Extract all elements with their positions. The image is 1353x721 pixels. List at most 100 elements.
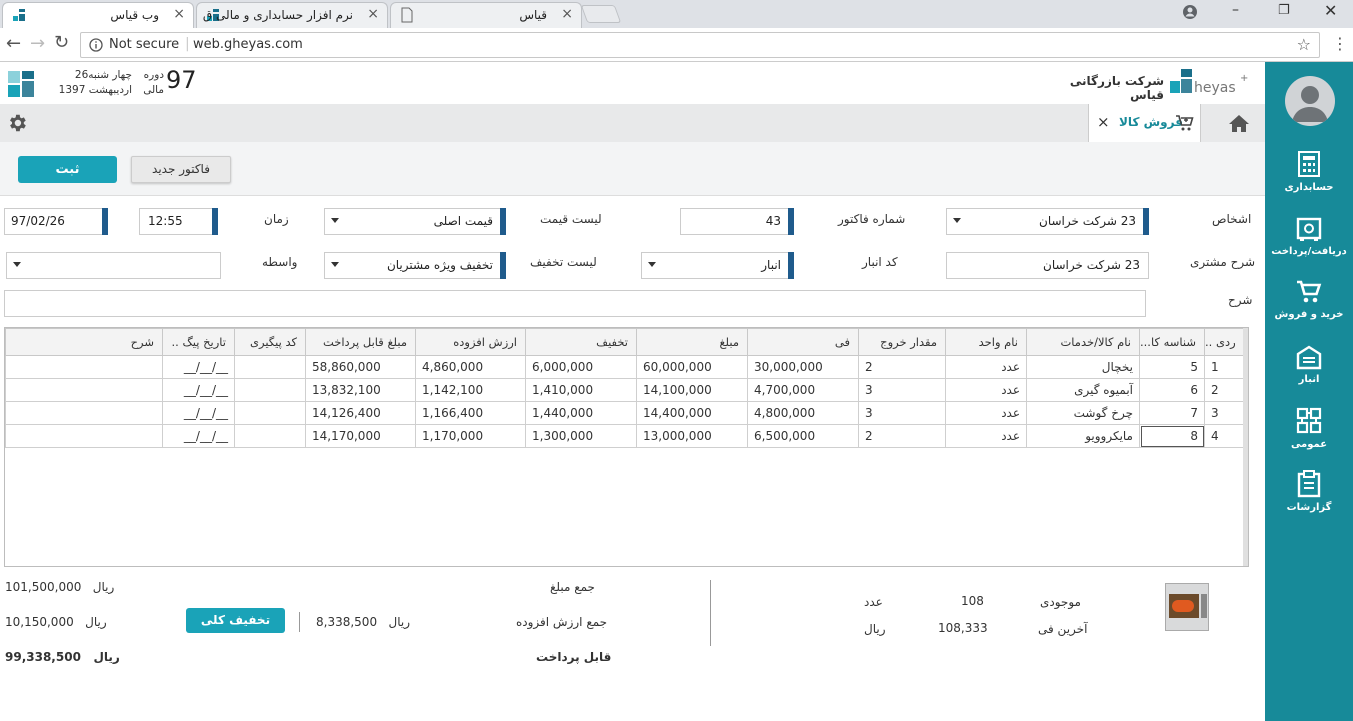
table-cell[interactable]: 6,500,000 bbox=[747, 424, 859, 448]
table-cell[interactable]: 14,170,000 bbox=[305, 424, 416, 448]
profile-icon[interactable] bbox=[1182, 4, 1198, 20]
vertical-scrollbar[interactable] bbox=[1243, 328, 1248, 566]
table-cell[interactable]: 4 bbox=[1204, 424, 1245, 448]
submit-button[interactable]: ثبت bbox=[18, 156, 117, 183]
column-header[interactable]: نام کالا/خدمات bbox=[1026, 328, 1140, 356]
table-cell[interactable]: 14,400,000 bbox=[636, 401, 748, 425]
column-header[interactable]: شرح bbox=[5, 328, 163, 356]
close-tab-icon[interactable]: × bbox=[367, 6, 379, 22]
close-tab-icon[interactable]: × bbox=[173, 6, 185, 22]
column-header[interactable]: نام واحد bbox=[945, 328, 1027, 356]
table-cell[interactable]: __/__/__ bbox=[162, 378, 235, 402]
table-cell[interactable]: 6,000,000 bbox=[525, 355, 637, 379]
url-field[interactable]: Not secure | web.gheyas.com ☆ bbox=[80, 32, 1320, 58]
table-cell[interactable]: عدد bbox=[945, 401, 1027, 425]
column-header[interactable]: مبلغ قابل پرداخت bbox=[305, 328, 416, 356]
invoice-number-field[interactable]: 43 bbox=[680, 208, 794, 235]
table-cell[interactable]: 4,800,000 bbox=[747, 401, 859, 425]
column-header[interactable]: مقدار خروج bbox=[858, 328, 946, 356]
date-field[interactable]: 97/02/26 bbox=[4, 208, 108, 235]
table-cell[interactable]: 7 bbox=[1138, 401, 1206, 425]
table-cell[interactable] bbox=[5, 355, 163, 379]
browser-tab-active[interactable]: وب قیاس × bbox=[2, 2, 194, 28]
table-cell[interactable] bbox=[234, 424, 306, 448]
table-cell[interactable]: 6 bbox=[1138, 378, 1206, 402]
tab-sales[interactable]: × فروش کالا bbox=[1088, 104, 1201, 142]
new-invoice-button[interactable]: فاکتور جدید bbox=[131, 156, 231, 183]
bookmark-star-icon[interactable]: ☆ bbox=[1297, 35, 1311, 54]
table-row[interactable]: 2 6 آبمیوه گیری عدد 3 4,700,000 14,100,000 1,41… bbox=[5, 378, 1245, 402]
table-cell[interactable]: 1,300,000 bbox=[525, 424, 637, 448]
table-cell[interactable]: 8 bbox=[1138, 424, 1206, 448]
price-list-select[interactable]: قیمت اصلی bbox=[324, 208, 506, 235]
table-cell[interactable]: 1,170,000 bbox=[415, 424, 526, 448]
table-cell[interactable] bbox=[234, 378, 306, 402]
table-cell[interactable]: 1,410,000 bbox=[525, 378, 637, 402]
table-cell[interactable]: 2 bbox=[858, 424, 946, 448]
browser-tab[interactable]: قیاس × bbox=[390, 2, 582, 28]
overall-discount-button[interactable]: تخفیف کلی bbox=[186, 608, 285, 633]
table-cell[interactable]: 30,000,000 bbox=[747, 355, 859, 379]
forward-arrow-icon[interactable]: → bbox=[30, 33, 45, 54]
reload-icon[interactable]: ↻ bbox=[54, 32, 69, 53]
table-cell[interactable]: آبمیوه گیری bbox=[1026, 378, 1140, 402]
table-cell[interactable]: 1,142,100 bbox=[415, 378, 526, 402]
close-tab-icon[interactable]: × bbox=[1097, 113, 1110, 131]
table-cell[interactable]: 4,700,000 bbox=[747, 378, 859, 402]
warehouse-select[interactable]: انبار bbox=[641, 252, 794, 279]
sidebar-item-warehouse[interactable]: انبار bbox=[1265, 344, 1353, 404]
sidebar-item-receive-pay[interactable]: دریافت/پرداخت bbox=[1265, 216, 1353, 276]
column-header[interactable]: ردی .. bbox=[1204, 328, 1245, 356]
table-row[interactable]: 3 7 چرخ گوشت عدد 3 4,800,000 14,400,000 1,440,0… bbox=[5, 401, 1245, 425]
table-cell[interactable]: __/__/__ bbox=[162, 355, 235, 379]
column-header[interactable]: کد پیگیری bbox=[234, 328, 306, 356]
column-header[interactable]: مبلغ bbox=[636, 328, 748, 356]
settings-gear-icon[interactable] bbox=[6, 112, 28, 134]
table-cell[interactable]: 14,126,400 bbox=[305, 401, 416, 425]
table-cell[interactable] bbox=[234, 401, 306, 425]
broker-select[interactable] bbox=[6, 252, 221, 279]
column-header[interactable]: تاریخ پیگ .. bbox=[162, 328, 235, 356]
table-cell[interactable]: 4,860,000 bbox=[415, 355, 526, 379]
column-header[interactable]: ارزش افزوده bbox=[415, 328, 526, 356]
table-cell[interactable] bbox=[5, 424, 163, 448]
table-row[interactable]: 4 8 مایکروویو عدد 2 6,500,000 13,000,000 1,300,… bbox=[5, 424, 1245, 448]
table-cell[interactable]: 3 bbox=[858, 401, 946, 425]
customer-desc-field[interactable]: 23 شرکت خراسان bbox=[946, 252, 1149, 279]
table-cell[interactable]: 13,000,000 bbox=[636, 424, 748, 448]
table-cell[interactable]: یخچال bbox=[1026, 355, 1140, 379]
sidebar-item-reports[interactable]: گزارشات bbox=[1265, 470, 1353, 530]
new-tab-button[interactable] bbox=[580, 5, 622, 23]
table-cell[interactable]: چرخ گوشت bbox=[1026, 401, 1140, 425]
table-cell[interactable]: 58,860,000 bbox=[305, 355, 416, 379]
sidebar-item-buy-sell[interactable]: خرید و فروش bbox=[1265, 279, 1353, 339]
persons-select[interactable]: 23 شرکت خراسان bbox=[946, 208, 1149, 235]
restore-icon[interactable]: ❐ bbox=[1278, 3, 1290, 18]
table-cell[interactable]: عدد bbox=[945, 355, 1027, 379]
table-cell[interactable]: 60,000,000 bbox=[636, 355, 748, 379]
table-cell[interactable]: عدد bbox=[945, 424, 1027, 448]
table-cell[interactable]: 2 bbox=[1204, 378, 1245, 402]
close-window-icon[interactable]: ✕ bbox=[1324, 1, 1337, 20]
table-cell[interactable]: عدد bbox=[945, 378, 1027, 402]
table-row[interactable]: 1 5 یخچال عدد 2 30,000,000 60,000,000 6,000,000… bbox=[5, 355, 1245, 379]
column-header[interactable]: تخفیف bbox=[525, 328, 637, 356]
sidebar-item-general[interactable]: عمومی bbox=[1265, 407, 1353, 467]
table-cell[interactable]: 1,166,400 bbox=[415, 401, 526, 425]
table-cell[interactable]: 5 bbox=[1138, 355, 1206, 379]
table-cell[interactable] bbox=[5, 401, 163, 425]
table-cell[interactable]: __/__/__ bbox=[162, 424, 235, 448]
user-avatar[interactable] bbox=[1285, 76, 1335, 126]
table-cell[interactable]: 3 bbox=[858, 378, 946, 402]
time-field[interactable]: 12:55 bbox=[139, 208, 218, 235]
home-icon[interactable] bbox=[1228, 113, 1250, 133]
table-cell[interactable]: 2 bbox=[858, 355, 946, 379]
column-header[interactable]: فی bbox=[747, 328, 859, 356]
table-cell[interactable] bbox=[5, 378, 163, 402]
discount-list-select[interactable]: تخفیف ویژه مشتریان bbox=[324, 252, 506, 279]
sidebar-item-accounting[interactable]: حسابداری bbox=[1265, 150, 1353, 210]
description-field[interactable] bbox=[4, 290, 1146, 317]
minimize-icon[interactable]: – bbox=[1232, 2, 1239, 18]
table-cell[interactable]: __/__/__ bbox=[162, 401, 235, 425]
table-cell[interactable]: 1,440,000 bbox=[525, 401, 637, 425]
